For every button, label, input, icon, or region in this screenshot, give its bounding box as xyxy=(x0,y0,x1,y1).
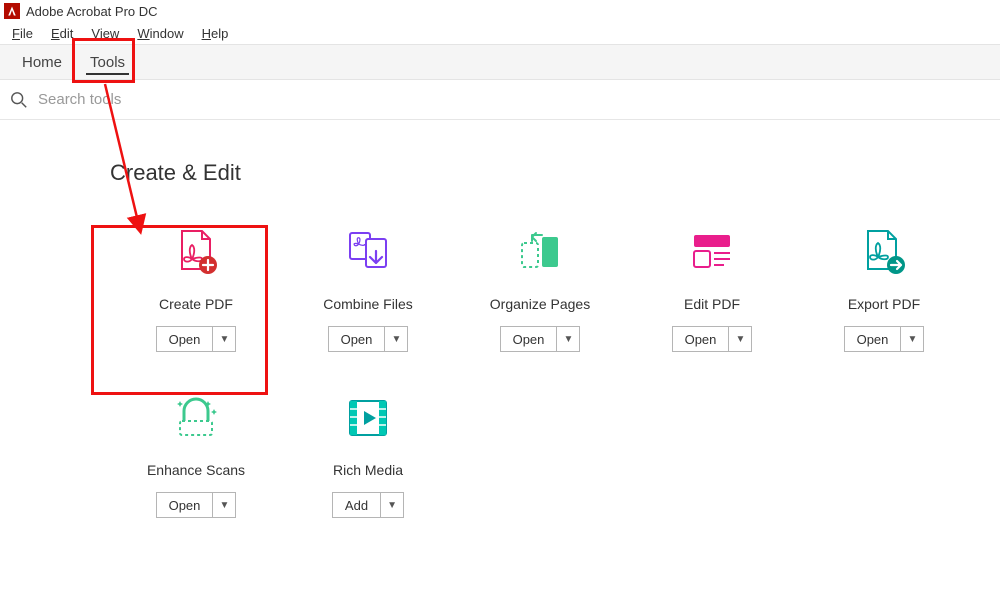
open-button-label[interactable]: Open xyxy=(673,327,730,351)
menu-bar: File Edit View Window Help xyxy=(0,22,1000,44)
menu-window[interactable]: Window xyxy=(129,24,191,43)
chevron-down-icon[interactable]: ▼ xyxy=(385,327,407,351)
search-bar xyxy=(0,80,1000,120)
organize-pages-icon xyxy=(514,226,566,278)
tool-add-button[interactable]: Add ▼ xyxy=(332,492,404,518)
tool-export-pdf[interactable]: Export PDF Open ▼ xyxy=(798,226,970,352)
tool-rich-media[interactable]: Rich Media Add ▼ xyxy=(282,392,454,518)
tool-organize-pages[interactable]: Organize Pages Open ▼ xyxy=(454,226,626,352)
chevron-down-icon[interactable]: ▼ xyxy=(213,493,235,517)
tab-tools[interactable]: Tools xyxy=(76,46,139,79)
tool-label: Organize Pages xyxy=(490,296,590,312)
create-pdf-icon xyxy=(170,226,222,278)
chevron-down-icon[interactable]: ▼ xyxy=(557,327,579,351)
search-input[interactable] xyxy=(38,91,338,108)
tool-label: Rich Media xyxy=(333,462,403,478)
tool-open-button[interactable]: Open ▼ xyxy=(156,326,237,352)
tool-edit-pdf[interactable]: Edit PDF Open ▼ xyxy=(626,226,798,352)
tool-open-button[interactable]: Open ▼ xyxy=(156,492,237,518)
tool-open-button[interactable]: Open ▼ xyxy=(844,326,925,352)
rich-media-icon xyxy=(342,392,394,444)
menu-file[interactable]: File xyxy=(4,24,41,43)
menu-help[interactable]: Help xyxy=(194,24,237,43)
edit-pdf-icon xyxy=(686,226,738,278)
open-button-label[interactable]: Open xyxy=(157,493,214,517)
tool-label: Enhance Scans xyxy=(147,462,245,478)
tool-enhance-scans[interactable]: Enhance Scans Open ▼ xyxy=(110,392,282,518)
tab-home[interactable]: Home xyxy=(8,46,76,79)
tool-label: Combine Files xyxy=(323,296,412,312)
chevron-down-icon[interactable]: ▼ xyxy=(213,327,235,351)
menu-edit[interactable]: Edit xyxy=(43,24,81,43)
tool-label: Create PDF xyxy=(159,296,233,312)
enhance-scans-icon xyxy=(170,392,222,444)
tool-open-button[interactable]: Open ▼ xyxy=(328,326,409,352)
open-button-label[interactable]: Open xyxy=(157,327,214,351)
window-title: Adobe Acrobat Pro DC xyxy=(26,4,158,19)
add-button-label[interactable]: Add xyxy=(333,493,381,517)
acrobat-logo-icon xyxy=(4,3,20,19)
tool-label: Edit PDF xyxy=(684,296,740,312)
search-icon xyxy=(10,91,28,109)
nav-tabs: Home Tools xyxy=(0,44,1000,80)
tool-label: Export PDF xyxy=(848,296,920,312)
chevron-down-icon[interactable]: ▼ xyxy=(901,327,923,351)
combine-files-icon xyxy=(342,226,394,278)
tools-grid: Create PDF Open ▼ Combine Files Open ▼ xyxy=(110,226,990,558)
open-button-label[interactable]: Open xyxy=(845,327,902,351)
open-button-label[interactable]: Open xyxy=(329,327,386,351)
tool-combine-files[interactable]: Combine Files Open ▼ xyxy=(282,226,454,352)
chevron-down-icon[interactable]: ▼ xyxy=(729,327,751,351)
section-title: Create & Edit xyxy=(110,160,1000,186)
tool-open-button[interactable]: Open ▼ xyxy=(500,326,581,352)
tool-create-pdf[interactable]: Create PDF Open ▼ xyxy=(110,226,282,352)
menu-view[interactable]: View xyxy=(83,24,127,43)
open-button-label[interactable]: Open xyxy=(501,327,558,351)
chevron-down-icon[interactable]: ▼ xyxy=(381,493,403,517)
export-pdf-icon xyxy=(858,226,910,278)
tool-open-button[interactable]: Open ▼ xyxy=(672,326,753,352)
title-bar: Adobe Acrobat Pro DC xyxy=(0,0,1000,22)
tools-content: Create & Edit Create PDF Open ▼ xyxy=(0,120,1000,558)
